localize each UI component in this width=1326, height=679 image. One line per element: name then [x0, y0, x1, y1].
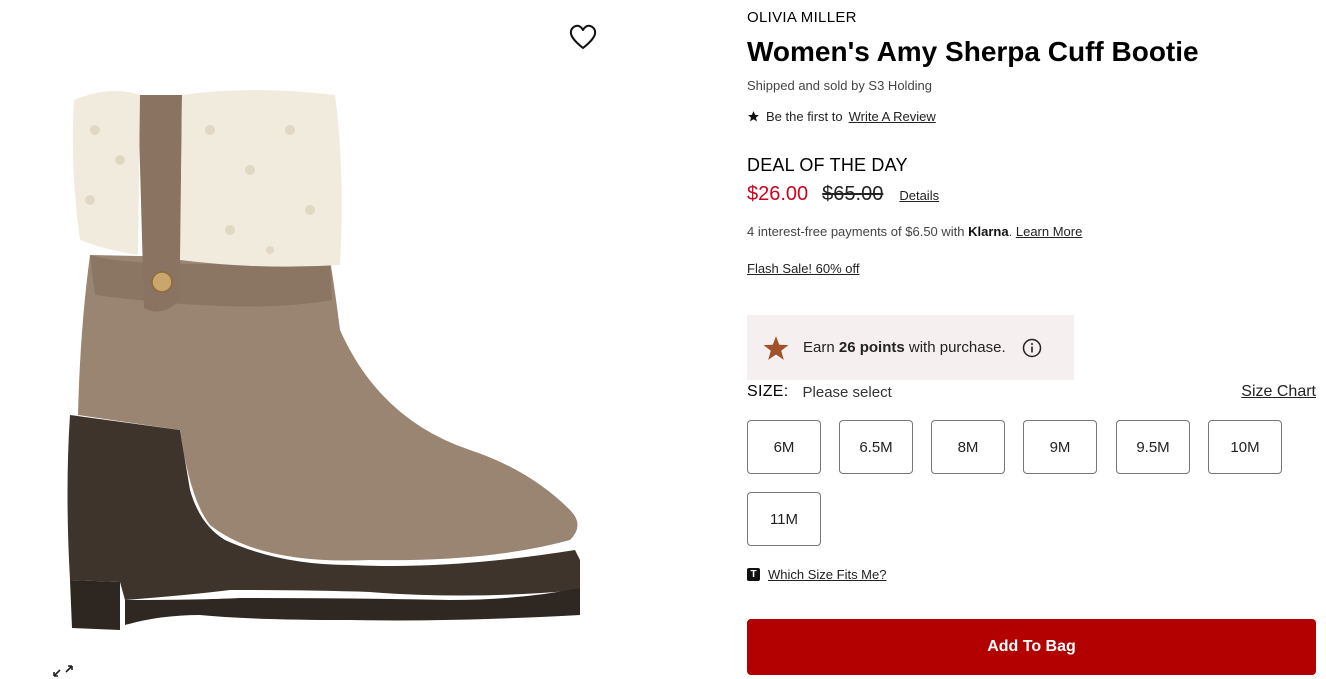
heart-icon: [569, 24, 597, 49]
info-icon: [1022, 338, 1041, 357]
price-details-link[interactable]: Details: [899, 188, 939, 203]
expand-icon: [53, 665, 73, 677]
star-icon: [748, 111, 759, 122]
points-info-button[interactable]: [1022, 338, 1042, 358]
klarna-brand: Klarna: [968, 224, 1009, 239]
size-option-9m[interactable]: 9M: [1023, 420, 1097, 474]
size-option-11m[interactable]: 11M: [747, 492, 821, 546]
points-text: Earn 26 points with purchase.: [803, 339, 1006, 356]
wishlist-button[interactable]: [566, 20, 600, 54]
add-to-bag-button[interactable]: Add To Bag: [747, 619, 1316, 675]
klarna-text: 4 interest-free payments of $6.50 with: [747, 224, 965, 239]
size-option-6m[interactable]: 6M: [747, 420, 821, 474]
review-row: Be the first to Write A Review: [747, 109, 936, 124]
product-title: Women's Amy Sherpa Cuff Bootie: [747, 36, 1199, 67]
review-prefix: Be the first to: [766, 109, 843, 124]
size-option-8m[interactable]: 8M: [931, 420, 1005, 474]
original-price: $65.00: [822, 183, 884, 205]
expand-image-button[interactable]: [50, 664, 80, 679]
size-selected-value: Please select: [802, 383, 892, 401]
true-fit-badge-icon: T: [747, 568, 760, 581]
points-amount: 26 points: [838, 339, 905, 356]
klarna-separator: .: [1008, 224, 1013, 239]
size-header: SIZE: Please select Size Chart: [747, 383, 1317, 401]
size-option-6-5m[interactable]: 6.5M: [839, 420, 913, 474]
flash-sale-link[interactable]: Flash Sale! 60% off: [747, 261, 860, 276]
size-option-10m[interactable]: 10M: [1208, 420, 1282, 474]
sale-price: $26.00: [747, 183, 809, 205]
points-suffix: with purchase.: [908, 339, 1006, 356]
seller-info: Shipped and sold by S3 Holding: [747, 78, 933, 93]
write-review-link[interactable]: Write A Review: [849, 109, 936, 124]
size-fit-helper: T Which Size Fits Me?: [747, 567, 886, 582]
klarna-learn-more-link[interactable]: Learn More: [1016, 224, 1082, 239]
points-star-icon: [763, 335, 789, 360]
size-chart-link[interactable]: Size Chart: [1241, 383, 1316, 401]
product-image[interactable]: [50, 70, 610, 660]
which-size-fits-link[interactable]: Which Size Fits Me?: [768, 567, 886, 582]
brand-name[interactable]: OLIVIA MILLER: [747, 9, 857, 26]
rewards-points-box: Earn 26 points with purchase.: [747, 315, 1074, 380]
points-prefix: Earn: [803, 339, 835, 356]
price-row: $26.00 $65.00 Details: [747, 183, 939, 206]
product-image-area: [0, 0, 620, 679]
deal-label: DEAL OF THE DAY: [747, 155, 908, 175]
klarna-payments: 4 interest-free payments of $6.50 with K…: [747, 224, 1082, 239]
size-label: SIZE:: [747, 383, 789, 400]
size-option-9-5m[interactable]: 9.5M: [1116, 420, 1190, 474]
